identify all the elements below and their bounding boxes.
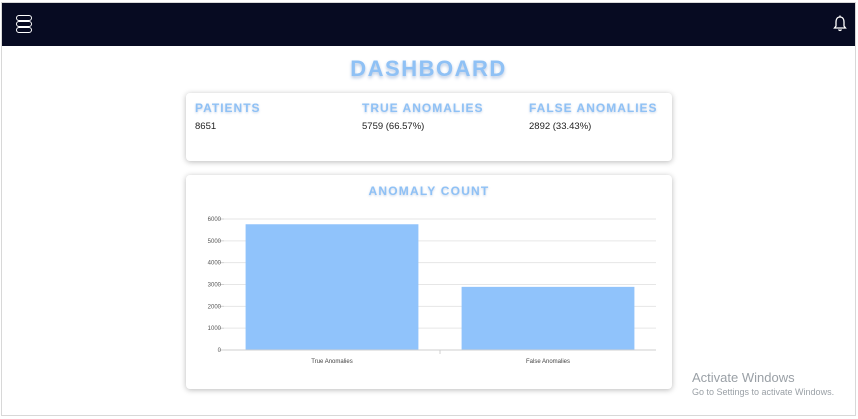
top-navbar	[2, 3, 855, 46]
anomaly-bar-chart: 0 1000 2000 3000 4000 5000 6000 True Anomalies F…	[208, 217, 656, 365]
hamburger-menu-icon[interactable]	[16, 15, 32, 33]
y-tick-label: 5000	[208, 239, 222, 245]
stat-label: PATIENTS	[195, 101, 261, 115]
stat-false-anomalies: FALSE ANOMALIES 2892 (33.43%)	[529, 101, 658, 132]
app-frame: DASHBOARD PATIENTS 8651 TRUE ANOMALIES 5…	[1, 2, 856, 416]
page-title: DASHBOARD	[350, 56, 507, 81]
x-tick-label: True Anomalies	[311, 359, 352, 365]
stat-label: FALSE ANOMALIES	[529, 101, 658, 115]
activate-windows-watermark: Activate Windows Go to Settings to activ…	[692, 370, 834, 397]
stats-card: PATIENTS 8651 TRUE ANOMALIES 5759 (66.57…	[186, 93, 672, 161]
menu-bar-bottom	[16, 27, 32, 33]
y-tick-label: 0	[218, 348, 222, 354]
y-tick-label: 3000	[208, 283, 222, 289]
y-tick-label: 4000	[208, 261, 222, 267]
watermark-title: Activate Windows	[692, 370, 795, 385]
watermark-subtitle: Go to Settings to activate Windows.	[692, 387, 835, 397]
y-tick-label: 1000	[208, 326, 222, 332]
bar	[461, 286, 635, 350]
x-tick-label: False Anomalies	[526, 359, 570, 365]
stat-value: 2892 (33.43%)	[529, 121, 592, 132]
stat-value: 5759 (66.57%)	[362, 121, 425, 132]
notification-bell-icon[interactable]	[833, 15, 847, 33]
y-tick-label: 6000	[208, 217, 222, 223]
y-tick-label: 2000	[208, 304, 222, 310]
stat-label: TRUE ANOMALIES	[362, 101, 484, 115]
stat-patients: PATIENTS 8651	[195, 101, 261, 132]
anomaly-chart-card: ANOMALY COUNT 0 1000 2000 3000 4000 5000 6000 T…	[186, 175, 672, 389]
stat-value: 8651	[195, 121, 217, 132]
bar	[245, 224, 419, 350]
stat-true-anomalies: TRUE ANOMALIES 5759 (66.57%)	[362, 101, 484, 132]
